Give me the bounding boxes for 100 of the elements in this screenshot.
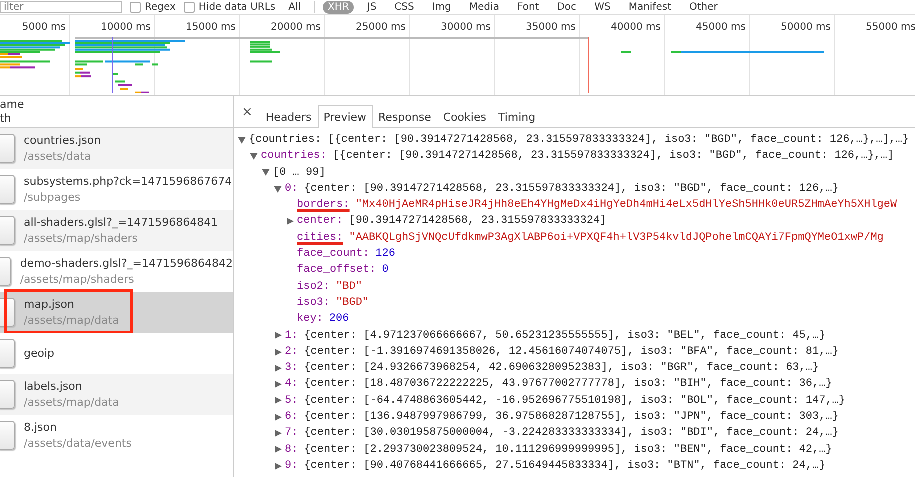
property-value: {countries: [{center: [90.39147271428568, 23.315597833333324], iso3: "BGD", face_count: 126,…},…],…} <box>249 133 910 148</box>
property-value: {center: [24.9326673968254, 42.69063280952383], iso3: "BGR", face_count: 63,…} <box>304 361 820 376</box>
property-value: {center: [136.9487997986799, 36.975868287128755], iso3: "JPN", face_count: 303,…} <box>304 410 839 426</box>
property-value: {center: [-64.4748863605442, -16.952696775510198], iso3: "BOL", face_count: 147,…} <box>304 394 846 409</box>
request-name: geoip <box>24 347 55 360</box>
file-icon <box>0 257 12 286</box>
request-path: /assets/data/events <box>24 437 132 450</box>
property-key: iso3: <box>297 294 330 312</box>
time-tick-label: 5000 ms <box>22 21 67 34</box>
collapsed-arrow-icon[interactable] <box>274 381 282 388</box>
detail-tab[interactable]: Timing <box>492 105 542 128</box>
property-value: {center: [4.971237066666667, 50.65231235555555], iso3: "BEL", face_count: 45,…} <box>304 328 826 344</box>
file-icon <box>0 380 15 409</box>
type-filter-button[interactable]: Other <box>684 0 723 14</box>
detail-tab[interactable]: Headers <box>260 105 318 128</box>
property-key: center: <box>297 213 344 230</box>
property-value: 0 <box>382 263 389 278</box>
property-key: 8: <box>285 442 298 458</box>
property-key: countries: <box>261 148 328 165</box>
property-value: 206 <box>329 312 350 328</box>
request-row[interactable]: map.json /assets/map/data <box>0 292 233 333</box>
expanded-arrow-icon[interactable] <box>262 169 270 176</box>
type-filter-button[interactable]: All <box>284 0 306 14</box>
request-path: /assets/map/data <box>24 314 120 327</box>
property-key: 5: <box>285 392 298 410</box>
type-filter-button[interactable]: Font <box>512 0 544 14</box>
request-path: /assets/data <box>24 150 92 163</box>
property-key: 0: <box>285 180 298 198</box>
property-value: {center: [90.40768441666665, 27.51649445833334], iso3: "BTN", face_count: 24,…} <box>304 458 826 474</box>
property-key: 7: <box>285 425 298 442</box>
property-key: 1: <box>285 328 298 344</box>
property-key: iso2: <box>297 278 330 295</box>
filter-field[interactable]: ilter <box>0 1 122 13</box>
collapsed-arrow-icon[interactable] <box>274 446 282 454</box>
type-filter-button[interactable]: Media <box>464 0 504 14</box>
property-value: {center: [2.293730023809524, 10.111296999999995], iso3: "BEN", face_count: 42,…} <box>304 442 832 458</box>
collapsed-arrow-icon[interactable] <box>274 397 282 404</box>
property-value: {center: [90.39147271428568, 23.315597833333324], iso3: "BGD", face_count: 126,…} <box>304 182 839 197</box>
property-value: "BGD" <box>336 296 370 311</box>
file-icon <box>0 134 15 163</box>
type-filter-button[interactable]: CSS <box>390 0 420 14</box>
property-value: "AABKQLghSjVNQcUfdkmwP3AgXlABP6oi+VPXQF4h+lV3P54kvldJQPohelmCQAYi7FpmQYMeO1xwP/Mg <box>349 230 884 246</box>
property-value: [{center: [90.39147271428568, 23.315597833333324], iso3: "BGD", face_count: 126,…},…] <box>333 149 894 164</box>
type-filter-button[interactable]: Manifest <box>624 0 676 14</box>
request-path: /assets/map/data <box>24 396 120 409</box>
request-name: demo-shaders.glsl?_=1471596864842 <box>20 257 233 270</box>
property-value: {center: [-1.3916974691358026, 12.45616074074075], iso3: "BFA", face_count: 81,…} <box>304 344 839 360</box>
collapsed-arrow-icon[interactable] <box>286 218 294 226</box>
checkbox[interactable] <box>184 2 195 12</box>
property-key: 2: <box>285 344 298 360</box>
time-tick-label: 10000 ms <box>101 21 152 34</box>
detail-tab[interactable]: Preview <box>318 105 373 128</box>
property-value: [0 … 99] <box>273 166 326 181</box>
file-icon <box>0 175 15 204</box>
request-name: subsystems.php?ck=1471596867674 <box>24 175 232 188</box>
type-filter-button[interactable]: JS <box>362 0 382 14</box>
expanded-arrow-icon[interactable] <box>238 136 246 144</box>
property-value: [90.39147271428568, 23.315597833333324] <box>349 214 607 230</box>
column-header: ame <box>0 98 26 112</box>
collapsed-arrow-icon[interactable] <box>274 462 282 470</box>
type-filter-button[interactable]: Doc <box>552 0 582 14</box>
property-value: "Mx40HjAeMR4pHiseJR4jHh8eEh4YHgMeDx4iHgYeDh4mHi4eLx5dHlYeSh5HHk0eUR5ZHmAeYh5XHlgeW <box>356 198 898 214</box>
detail-tab[interactable]: Cookies <box>437 105 492 128</box>
property-key: face_offset: <box>297 262 376 279</box>
time-tick-label: 20000 ms <box>271 21 322 34</box>
property-key: 3: <box>285 360 298 376</box>
request-row[interactable]: labels.json /assets/map/data <box>0 374 233 415</box>
type-filter-button[interactable]: WS <box>590 0 616 14</box>
property-key: key: <box>297 311 324 328</box>
collapsed-arrow-icon[interactable] <box>274 332 282 340</box>
property-key: 6: <box>285 409 298 426</box>
time-tick-label: 35000 ms <box>526 21 577 34</box>
request-name: all-shaders.glsl?_=1471596864841 <box>24 216 218 229</box>
close-button[interactable]: × <box>240 105 260 127</box>
checkbox[interactable] <box>130 2 141 12</box>
request-path: /assets/map/shaders <box>24 232 140 245</box>
request-path: /assets/map/shaders <box>20 273 136 286</box>
expanded-arrow-icon[interactable] <box>250 152 258 160</box>
request-name: 8.json <box>24 421 58 434</box>
time-tick-label: 15000 ms <box>186 21 237 34</box>
property-key: face_count: <box>297 246 370 262</box>
request-row[interactable]: all-shaders.glsl?_=1471596864841 /assets/map/shaders <box>0 210 233 251</box>
request-name: labels.json <box>24 380 84 393</box>
time-tick-label: 45000 ms <box>696 21 747 34</box>
checkbox-label: Hide data URLs <box>198 2 276 12</box>
type-filter-button[interactable]: Img <box>427 0 456 14</box>
property-value: {center: [18.487036722222225, 43.97677002777778], iso3: "BIH", face_count: 36,…} <box>304 377 832 392</box>
collapsed-arrow-icon[interactable] <box>274 430 282 437</box>
request-row[interactable]: countries.json /assets/data <box>0 128 233 169</box>
detail-tab[interactable]: Response <box>372 105 438 128</box>
file-icon <box>0 421 15 450</box>
time-tick-label: 50000 ms <box>781 21 832 34</box>
expanded-arrow-icon[interactable] <box>274 186 282 193</box>
collapsed-arrow-icon[interactable] <box>274 348 282 356</box>
time-tick-label: 40000 ms <box>611 21 662 34</box>
collapsed-arrow-icon[interactable] <box>274 364 282 372</box>
property-key: cities: <box>297 230 344 246</box>
property-key: borders: <box>297 197 350 214</box>
column-header: th <box>0 112 12 126</box>
collapsed-arrow-icon[interactable] <box>274 414 282 421</box>
